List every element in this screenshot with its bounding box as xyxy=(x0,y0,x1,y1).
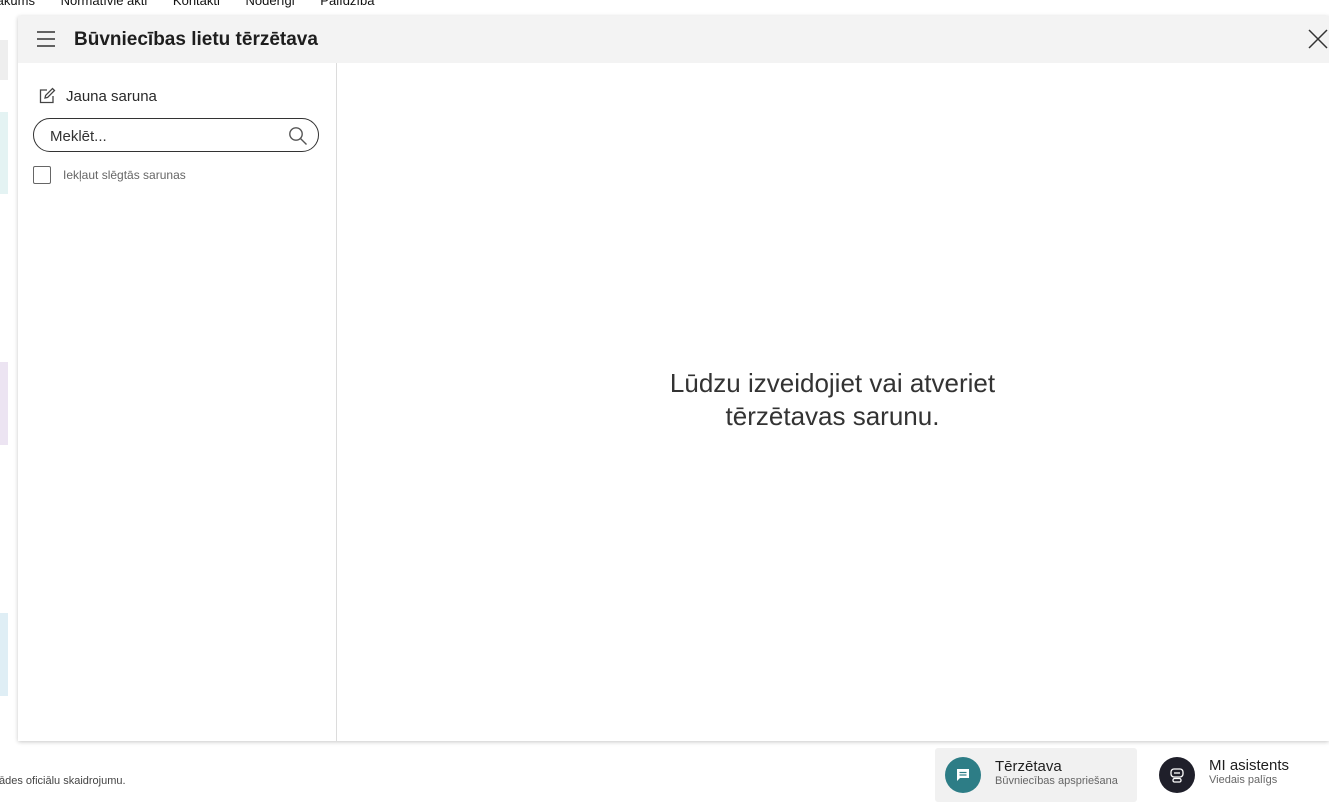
search-box xyxy=(33,118,319,152)
include-closed-row: Iekļaut slēgtās sarunas xyxy=(33,166,186,184)
chat-widget-title: Tērzētava xyxy=(995,758,1062,775)
chat-bubble-icon xyxy=(945,757,981,793)
background-card-edge xyxy=(0,362,8,445)
background-nav: Sākums Normatīvie akti Kontakti Noderīgi… xyxy=(0,0,700,14)
page: Sākums Normatīvie akti Kontakti Noderīgi… xyxy=(0,0,1329,805)
empty-state-line: tērzētavas sarunu. xyxy=(725,401,940,431)
new-conversation-label: Jauna saruna xyxy=(66,87,157,105)
include-closed-checkbox[interactable] xyxy=(33,166,51,184)
chat-widget-text: Tērzētava Būvniecības apspriešana xyxy=(995,759,1118,788)
modal-title: Būvniecības lietu tērzētava xyxy=(74,29,318,50)
conversation-sidebar: Jauna saruna Iekļaut slēgtās sarunas xyxy=(18,63,337,741)
ai-widget-subtitle: Viedais palīgs xyxy=(1209,774,1278,786)
include-closed-label[interactable]: Iekļaut slēgtās sarunas xyxy=(63,168,186,182)
robot-icon xyxy=(1159,757,1195,793)
background-footer-text: ādes oficiālu skaidrojumu. xyxy=(0,775,126,787)
background-card-edge xyxy=(0,40,8,80)
empty-state-message: Lūdzu izveidojiet vai atveriet tērzētava… xyxy=(336,367,1329,433)
edit-icon xyxy=(39,87,56,104)
background-nav-item[interactable]: Palīdzība xyxy=(320,0,374,8)
ai-widget-text: MI asistents Viedais palīgs xyxy=(1209,758,1289,787)
search-icon[interactable] xyxy=(288,126,308,146)
chat-modal: Būvniecības lietu tērzētava Jauna saruna xyxy=(18,16,1329,741)
background-nav-item[interactable]: Normatīvie akti xyxy=(61,0,148,8)
background-nav-item[interactable]: Noderīgi xyxy=(246,0,295,8)
background-card-edge xyxy=(0,112,8,194)
close-icon[interactable] xyxy=(1307,28,1329,50)
hamburger-menu-icon[interactable] xyxy=(36,30,56,48)
search-input[interactable] xyxy=(48,125,282,147)
background-nav-item[interactable]: Kontakti xyxy=(173,0,220,8)
modal-header: Būvniecības lietu tērzētava xyxy=(18,16,1329,63)
empty-state-line: Lūdzu izveidojiet vai atveriet xyxy=(669,368,996,398)
new-conversation-button[interactable]: Jauna saruna xyxy=(38,87,157,105)
background-nav-item[interactable]: Sākums xyxy=(0,0,35,8)
background-card-edge xyxy=(0,613,8,696)
ai-widget-title: MI asistents xyxy=(1209,757,1290,774)
chat-widget-button[interactable]: Tērzētava Būvniecības apspriešana xyxy=(935,748,1137,802)
ai-assistant-button[interactable]: MI asistents Viedais palīgs xyxy=(1152,748,1322,802)
chat-widget-subtitle: Būvniecības apspriešana xyxy=(995,775,1118,787)
